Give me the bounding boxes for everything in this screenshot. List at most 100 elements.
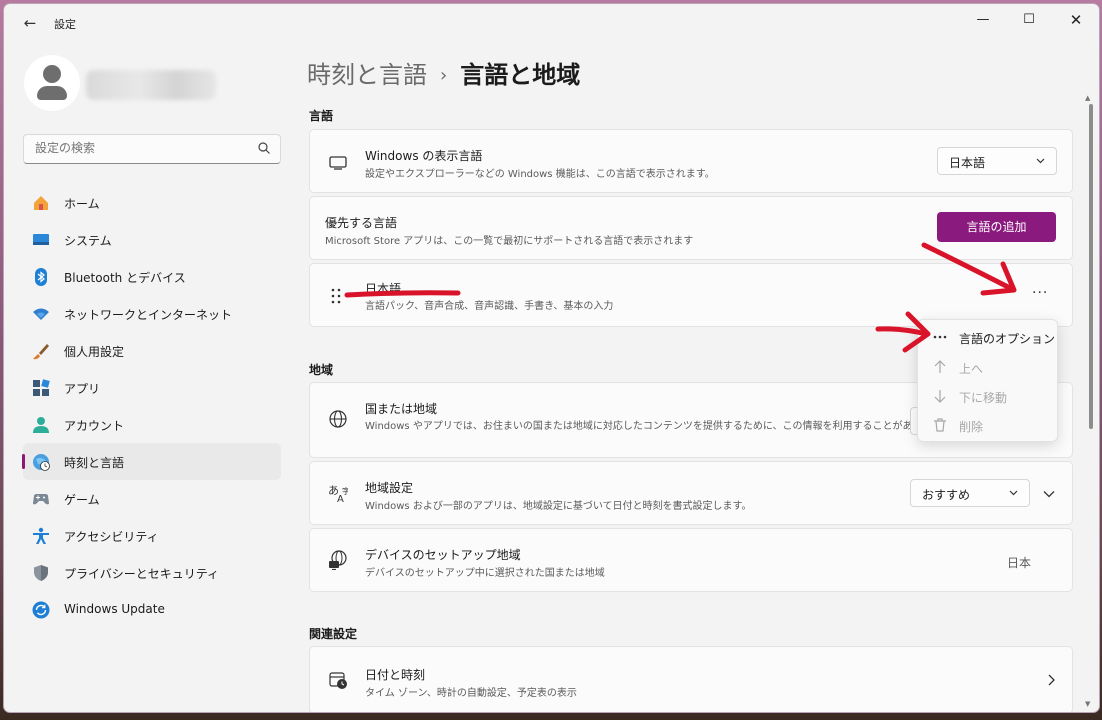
sidebar-nav: ホーム システム Bluetooth とデバイス ネットワークとインターネット: [22, 184, 281, 628]
expand-chevron-icon[interactable]: [1042, 487, 1056, 501]
sidebar-item-gaming[interactable]: ゲーム: [23, 480, 281, 517]
regional-format-icon: あ A 字: [328, 484, 348, 503]
card-device-setup-region: デバイスのセットアップ地域 デバイスのセットアップ中に選択された国または地域 日…: [309, 528, 1073, 592]
close-button[interactable]: ✕: [1053, 8, 1099, 32]
sidebar-item-label: ネットワークとインターネット: [64, 308, 233, 322]
card-preferred-languages: 優先する言語 Microsoft Store アプリは、この一覧で最初にサポート…: [309, 196, 1073, 260]
settings-window: ← 設定 — ☐ ✕ ホーム システム: [3, 3, 1100, 713]
regional-format-select[interactable]: おすすめ: [910, 479, 1030, 507]
calendar-clock-icon: [329, 672, 347, 689]
svg-text:字: 字: [342, 486, 348, 496]
card-desc: 設定やエクスプローラーなどの Windows 機能は、この言語で表示されます。: [365, 169, 715, 180]
bluetooth-icon: [35, 268, 47, 286]
menu-item-language-options[interactable]: 言語のオプション: [918, 323, 1057, 351]
sidebar-item-label: システム: [64, 234, 112, 248]
card-title: 日本語: [365, 282, 402, 296]
back-button[interactable]: ←: [20, 13, 40, 33]
sidebar-item-privacy[interactable]: プライバシーとセキュリティ: [23, 554, 281, 591]
card-title: デバイスのセットアップ地域: [365, 548, 521, 562]
card-desc: タイム ゾーン、時計の自動設定、予定表の表示: [365, 688, 577, 699]
scroll-down-arrow[interactable]: ▼: [1085, 700, 1090, 708]
time-language-icon: [33, 454, 50, 471]
shield-icon: [34, 565, 48, 581]
sidebar-item-label: アカウント: [64, 419, 125, 433]
sidebar-item-label: ホーム: [64, 197, 100, 211]
card-desc: デバイスのセットアップ中に選択された国または地域: [365, 568, 605, 579]
breadcrumb-separator: ›: [440, 65, 448, 86]
device-region-value: 日本: [1007, 556, 1032, 570]
sidebar-item-label: 個人用設定: [64, 345, 125, 359]
breadcrumb: 時刻と言語 › 言語と地域: [307, 55, 580, 90]
sidebar-item-time-language[interactable]: 時刻と言語: [22, 443, 281, 480]
card-desc: Microsoft Store アプリは、この一覧で最初にサポートされる言語で表…: [325, 236, 694, 247]
sidebar-item-windows-update[interactable]: Windows Update: [23, 591, 281, 628]
app-title: 設定: [54, 18, 76, 31]
sidebar-item-label: Windows Update: [64, 602, 165, 616]
home-icon: [34, 196, 48, 210]
select-value: 日本語: [949, 156, 986, 170]
menu-item-label: 削除: [959, 420, 984, 434]
menu-item-label: 上へ: [959, 362, 984, 376]
apps-icon: [33, 379, 50, 396]
scroll-up-arrow[interactable]: ▲: [1085, 94, 1090, 102]
card-regional-format: あ A 字 地域設定 Windows および一部のアプリは、地域設定に基づいて日…: [309, 461, 1073, 525]
drag-handle-icon[interactable]: [331, 288, 341, 304]
scrollbar-thumb[interactable]: [1089, 104, 1093, 429]
sidebar-item-accounts[interactable]: アカウント: [23, 406, 281, 443]
gaming-icon: [33, 494, 49, 505]
chevron-down-icon: [1009, 490, 1018, 496]
sidebar-item-label: アクセシビリティ: [64, 530, 159, 544]
trash-icon: [934, 418, 946, 432]
device-globe-icon: [329, 550, 347, 570]
account-icon: [33, 417, 49, 433]
card-desc: Windows やアプリでは、お住まいの国または地域に対応したコンテンツを提供す…: [365, 421, 946, 432]
breadcrumb-parent[interactable]: 時刻と言語: [307, 61, 427, 89]
card-display-language: Windows の表示言語 設定やエクスプローラーなどの Windows 機能は…: [309, 129, 1073, 193]
brush-icon: [33, 344, 49, 360]
language-context-menu: 言語のオプション 上へ 下に移動 削除: [917, 319, 1058, 442]
sidebar-item-home[interactable]: ホーム: [23, 184, 281, 221]
sidebar-item-personalization[interactable]: 個人用設定: [23, 332, 281, 369]
more-icon: [933, 335, 947, 339]
sidebar-item-network[interactable]: ネットワークとインターネット: [23, 295, 281, 332]
card-title: 日付と時刻: [365, 668, 426, 682]
system-icon: [33, 234, 49, 245]
add-language-button[interactable]: 言語の追加: [937, 212, 1056, 242]
sidebar-item-label: Bluetooth とデバイス: [64, 271, 186, 285]
section-title-related: 関連設定: [309, 627, 358, 641]
search-box[interactable]: [23, 134, 281, 164]
sidebar-item-apps[interactable]: アプリ: [23, 369, 281, 406]
update-icon: [32, 601, 50, 619]
section-title-language: 言語: [309, 109, 334, 123]
menu-item-move-up[interactable]: 上へ: [918, 353, 1057, 381]
language-more-button[interactable]: ···: [1032, 285, 1048, 301]
search-input[interactable]: [33, 140, 247, 156]
avatar[interactable]: [24, 55, 80, 111]
sidebar-item-label: ゲーム: [64, 493, 100, 507]
minimize-button[interactable]: —: [960, 8, 1006, 32]
sidebar-item-label: 時刻と言語: [64, 456, 125, 470]
chevron-right-icon: [1048, 674, 1055, 686]
menu-item-move-down[interactable]: 下に移動: [918, 382, 1057, 410]
section-title-region: 地域: [309, 363, 334, 377]
card-title: 優先する言語: [325, 216, 398, 230]
maximize-button[interactable]: ☐: [1006, 8, 1052, 32]
title-bar: ← 設定 — ☐ ✕: [4, 4, 1099, 42]
card-date-time[interactable]: 日付と時刻 タイム ゾーン、時計の自動設定、予定表の表示: [309, 646, 1073, 712]
display-language-select[interactable]: 日本語: [937, 147, 1057, 175]
search-icon[interactable]: [257, 141, 271, 155]
arrow-up-icon: [934, 360, 946, 373]
menu-item-label: 言語のオプション: [959, 332, 1056, 346]
card-title: 地域設定: [365, 481, 414, 495]
card-language-japanese: 日本語 言語パック、音声合成、音声認識、手書き、基本の入力 ···: [309, 263, 1073, 327]
card-title: Windows の表示言語: [365, 149, 483, 163]
sidebar-item-label: アプリ: [64, 382, 101, 396]
monitor-icon: [329, 156, 347, 170]
card-desc: 言語パック、音声合成、音声認識、手書き、基本の入力: [365, 301, 614, 312]
sidebar-item-accessibility[interactable]: アクセシビリティ: [23, 517, 281, 554]
menu-item-remove[interactable]: 削除: [918, 411, 1057, 439]
accessibility-icon: [33, 527, 49, 544]
sidebar-item-bluetooth[interactable]: Bluetooth とデバイス: [23, 258, 281, 295]
sidebar-item-system[interactable]: システム: [23, 221, 281, 258]
wifi-icon: [33, 308, 49, 320]
